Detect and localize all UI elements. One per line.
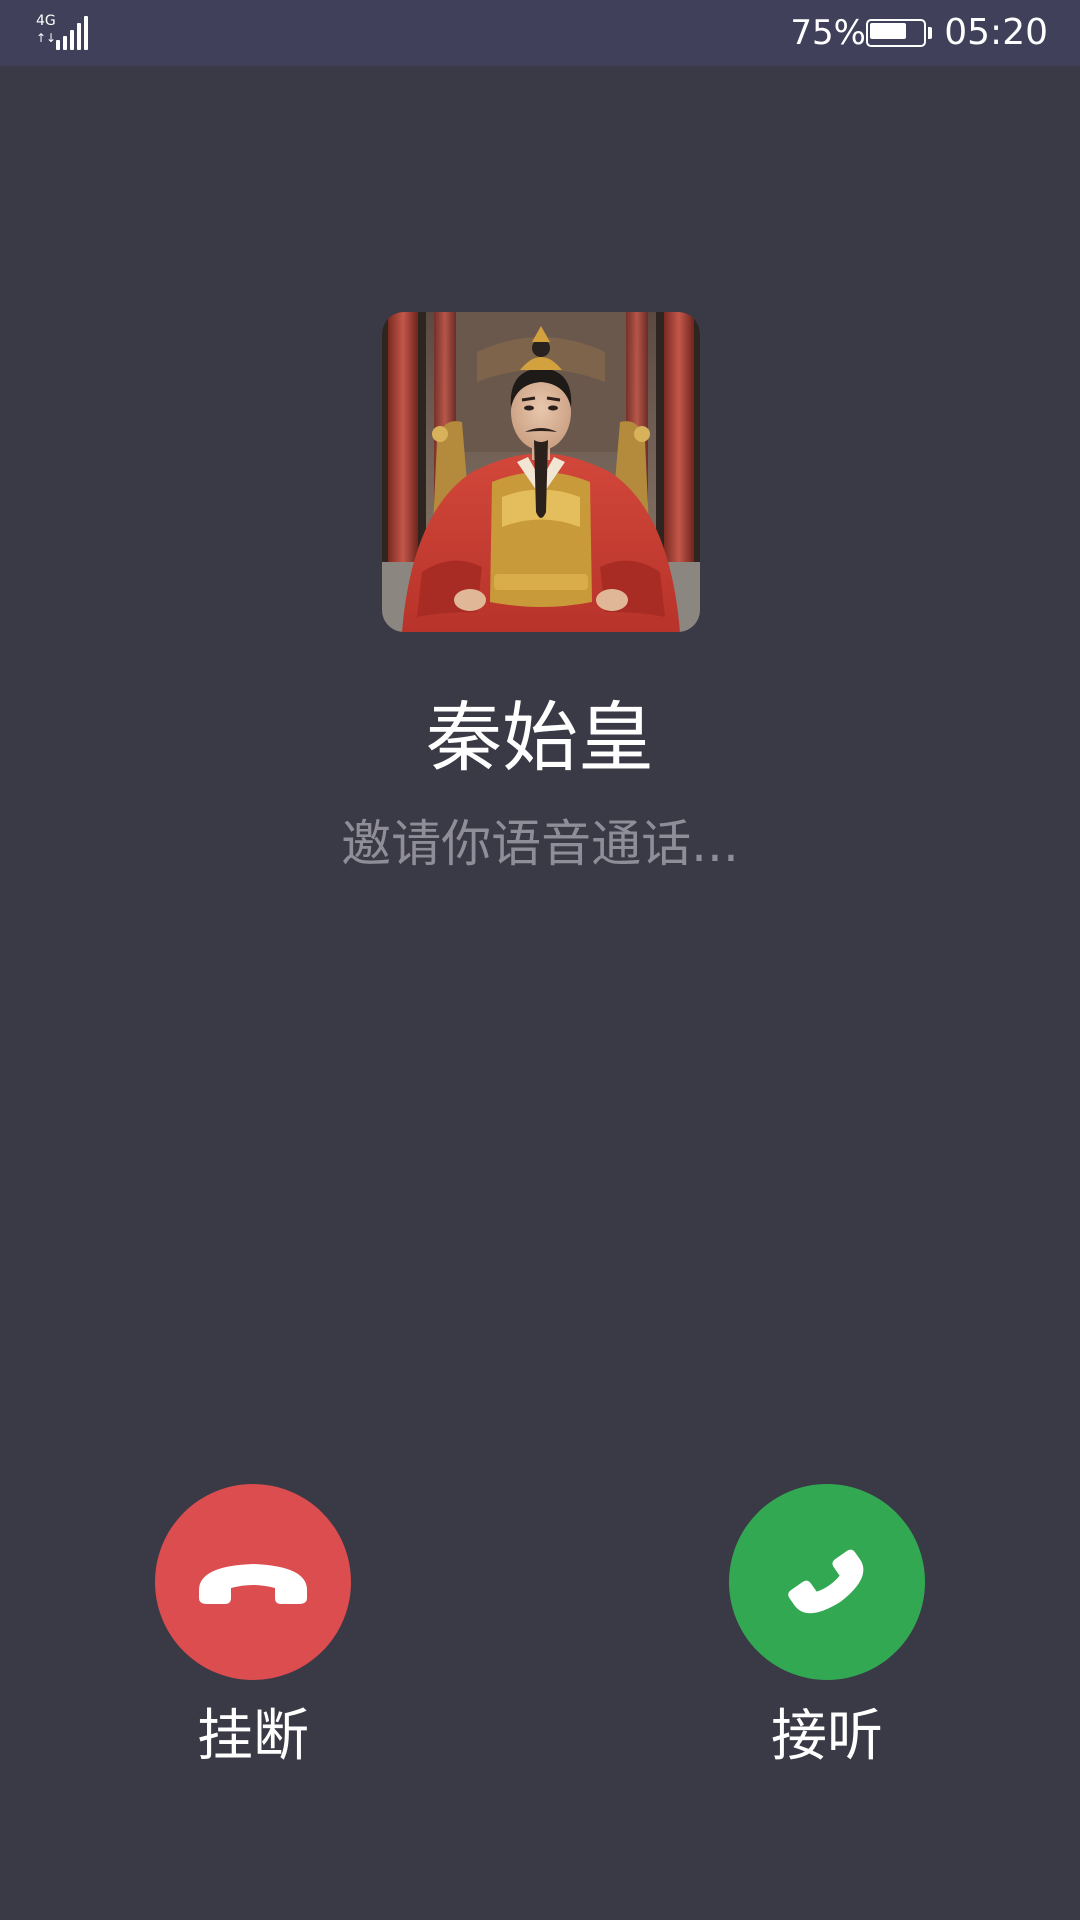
battery-level-fill bbox=[870, 23, 906, 39]
status-time: 05:20 bbox=[944, 12, 1048, 53]
cell-signal-icon: 4G ↑↓ bbox=[36, 14, 96, 52]
phone-answer-icon bbox=[788, 1549, 864, 1614]
call-status-text: 邀请你语音通话... bbox=[341, 815, 739, 873]
incoming-call-screen: 4G ↑↓ 75% 05:20 秦始皇 邀请你语音通话... 挂断 接听 bbox=[0, 0, 1080, 1920]
signal-bars bbox=[52, 16, 92, 50]
status-bar: 4G ↑↓ 75% 05:20 bbox=[0, 0, 1080, 66]
battery-percent: 75% bbox=[790, 13, 866, 53]
caller-name: 秦始皇 bbox=[426, 693, 654, 782]
accept-button[interactable] bbox=[729, 1484, 925, 1680]
decline-action: 挂断 bbox=[155, 1484, 351, 1769]
accept-label: 接听 bbox=[771, 1704, 883, 1769]
battery-icon bbox=[866, 19, 932, 47]
accept-action: 接听 bbox=[729, 1484, 925, 1769]
decline-button[interactable] bbox=[155, 1484, 351, 1680]
phone-hangup-icon bbox=[199, 1564, 307, 1604]
decline-label: 挂断 bbox=[197, 1704, 309, 1769]
caller-avatar bbox=[382, 312, 700, 632]
